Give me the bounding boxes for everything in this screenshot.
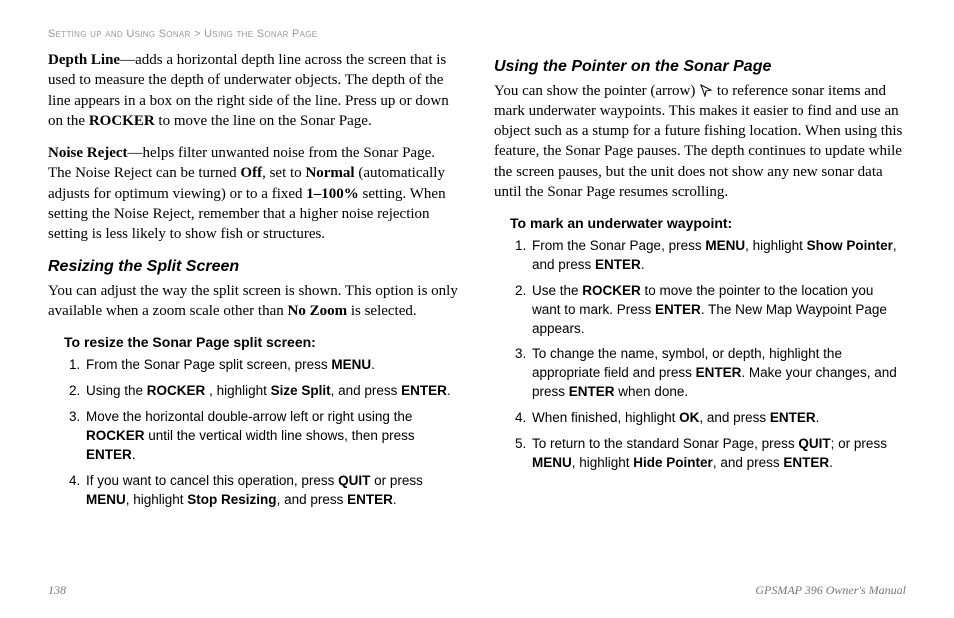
term-depth-line: Depth Line — [48, 52, 120, 68]
breadcrumb-section: Setting up and Using Sonar — [48, 28, 191, 40]
resize-step-2: Using the ROCKER , highlight Size Split,… — [84, 382, 454, 401]
breadcrumb: Setting up and Using Sonar > Using the S… — [48, 28, 906, 40]
content-columns: Depth Line—adds a horizontal depth line … — [48, 50, 906, 575]
pointer-step-3: To change the name, symbol, or depth, hi… — [530, 345, 900, 402]
resize-step-4: If you want to cancel this operation, pr… — [84, 472, 454, 510]
manual-title: GPSMAP 396 Owner's Manual — [755, 583, 906, 598]
heading-pointer: Using the Pointer on the Sonar Page — [494, 56, 906, 78]
resize-step-1: From the Sonar Page split screen, press … — [84, 356, 454, 375]
subheading-mark-waypoint: To mark an underwater waypoint: — [510, 214, 906, 233]
subheading-resize: To resize the Sonar Page split screen: — [64, 333, 460, 352]
resize-step-3: Move the horizontal double-arrow left or… — [84, 408, 454, 465]
noise-reject-para: Noise Reject—helps filter unwanted noise… — [48, 143, 460, 244]
pointer-arrow-icon — [699, 83, 713, 97]
pointer-step-2: Use the ROCKER to move the pointer to th… — [530, 282, 900, 339]
pointer-step-4: When finished, highlight OK, and press E… — [530, 409, 900, 428]
page-number: 138 — [48, 583, 66, 598]
resize-steps: From the Sonar Page split screen, press … — [84, 356, 460, 509]
footer: 138 GPSMAP 396 Owner's Manual — [48, 583, 906, 598]
pointer-steps: From the Sonar Page, press MENU, highlig… — [530, 237, 906, 473]
term-noise-reject: Noise Reject — [48, 145, 128, 161]
pointer-step-1: From the Sonar Page, press MENU, highlig… — [530, 237, 900, 275]
depth-line-para: Depth Line—adds a horizontal depth line … — [48, 50, 460, 131]
resize-intro: You can adjust the way the split screen … — [48, 281, 460, 322]
pointer-intro: You can show the pointer (arrow) to refe… — [494, 81, 906, 203]
heading-resizing: Resizing the Split Screen — [48, 256, 460, 278]
breadcrumb-page: Using the Sonar Page — [204, 28, 317, 40]
pointer-step-5: To return to the standard Sonar Page, pr… — [530, 435, 900, 473]
